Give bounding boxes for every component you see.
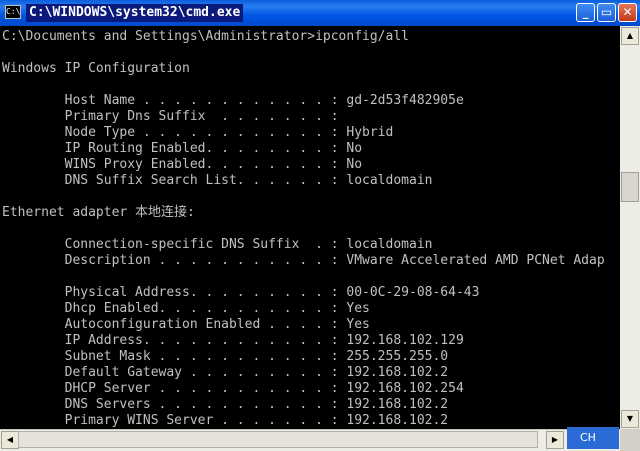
ime-language-indicator[interactable]: CH bbox=[567, 427, 619, 449]
console-line: Description . . . . . . . . . . . : VMwa… bbox=[2, 253, 605, 268]
console-line: Primary WINS Server . . . . . . . : 192.… bbox=[2, 413, 449, 428]
cmd-icon[interactable]: C:\ bbox=[5, 5, 21, 19]
console-line: Default Gateway . . . . . . . . . : 192.… bbox=[2, 365, 449, 380]
console-line: Dhcp Enabled. . . . . . . . . . . : Yes bbox=[2, 301, 370, 316]
scroll-down-arrow-icon[interactable]: ▼ bbox=[621, 410, 639, 428]
console-line: Ethernet adapter 本地连接: bbox=[2, 205, 195, 220]
size-grip[interactable] bbox=[620, 429, 640, 451]
scroll-up-arrow-icon[interactable]: ▲ bbox=[621, 27, 639, 45]
console-line: Subnet Mask . . . . . . . . . . . : 255.… bbox=[2, 349, 449, 364]
console-line: Windows IP Configuration bbox=[2, 61, 190, 76]
console-line: C:\Documents and Settings\Administrator>… bbox=[2, 29, 409, 44]
console-line: DNS Servers . . . . . . . . . . . : 192.… bbox=[2, 397, 449, 412]
console-line: IP Routing Enabled. . . . . . . . : No bbox=[2, 141, 363, 156]
console-line: Connection-specific DNS Suffix . : local… bbox=[2, 237, 433, 252]
console-line: WINS Proxy Enabled. . . . . . . . : No bbox=[2, 157, 363, 172]
console-line: Autoconfiguration Enabled . . . . : Yes bbox=[2, 317, 370, 332]
scroll-left-arrow-icon[interactable]: ◀ bbox=[1, 431, 19, 449]
console-line: DNS Suffix Search List. . . . . . : loca… bbox=[2, 173, 433, 188]
console-line: Primary Dns Suffix . . . . . . . : bbox=[2, 109, 339, 124]
maximize-button[interactable]: ▭ bbox=[597, 3, 616, 22]
vertical-scroll-thumb[interactable] bbox=[621, 172, 639, 202]
horizontal-scroll-thumb[interactable] bbox=[18, 431, 538, 448]
title-bar[interactable]: C:\ C:\WINDOWS\system32\cmd.exe _ ▭ ✕ bbox=[0, 0, 640, 26]
vertical-scrollbar[interactable]: ▲ ▼ bbox=[620, 26, 640, 429]
console-line: Node Type . . . . . . . . . . . . : Hybr… bbox=[2, 125, 394, 140]
console-output[interactable]: C:\Documents and Settings\Administrator>… bbox=[0, 26, 620, 429]
close-button[interactable]: ✕ bbox=[618, 3, 637, 22]
console-line: DHCP Server . . . . . . . . . . . : 192.… bbox=[2, 381, 464, 396]
ime-language-label: CH bbox=[580, 431, 596, 444]
window-title: C:\WINDOWS\system32\cmd.exe bbox=[26, 4, 244, 22]
console-line: Host Name . . . . . . . . . . . . : gd-2… bbox=[2, 93, 464, 108]
console-line: Physical Address. . . . . . . . . : 00-0… bbox=[2, 285, 480, 300]
scroll-right-arrow-icon[interactable]: ▶ bbox=[546, 431, 564, 449]
minimize-button[interactable]: _ bbox=[576, 3, 595, 22]
console-line: IP Address. . . . . . . . . . . . : 192.… bbox=[2, 333, 464, 348]
